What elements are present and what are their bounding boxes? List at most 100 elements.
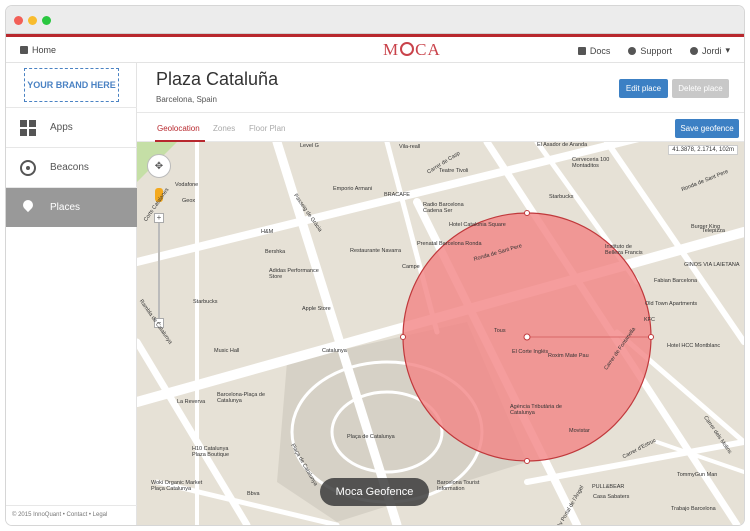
map-label: H10 Catalunya Plaza Boutique	[192, 446, 229, 458]
user-label: Jordi	[701, 45, 722, 56]
home-link[interactable]: Home	[20, 45, 56, 55]
docs-label: Docs	[589, 45, 611, 56]
map-label: Restaurante Navarra	[350, 248, 402, 254]
map-label: Barcelona-Plaça de Catalunya	[217, 392, 266, 404]
page-subtitle: Barcelona, Spain	[156, 95, 217, 104]
map-label: Cerveceria 100 Montaditos	[572, 157, 610, 169]
map-label: Emporio Armani	[333, 186, 373, 192]
map-label: Music Hall	[214, 348, 240, 354]
coordinate-readout: 41.3878, 2.1714, 102m	[668, 145, 738, 155]
map-label: El Asador de Aranda	[537, 142, 588, 148]
map-label: Barcelona Tourist Information	[437, 480, 480, 492]
geofence-resize-handle[interactable]	[524, 458, 530, 464]
map-label: Old Town Apartments	[645, 301, 698, 307]
map-view[interactable]: 41.3878, 2.1714, 102m ✥ + − Vila-reall E…	[137, 142, 744, 525]
tab-bar: Geolocation Zones Floor Plan	[137, 112, 744, 142]
map-label: KFC	[644, 317, 655, 323]
pan-control[interactable]: ✥	[147, 154, 171, 178]
apps-icon	[20, 119, 36, 136]
zoom-control[interactable]: + −	[154, 213, 164, 333]
sidebar-item-label: Beacons	[50, 162, 89, 173]
geofence-name-label: Moca Geofence	[320, 478, 429, 506]
map-label: Starbucks	[549, 194, 574, 200]
zoom-slider-track[interactable]	[158, 223, 160, 318]
user-icon	[689, 46, 698, 55]
sidebar-item-places[interactable]: Places	[6, 187, 137, 227]
map-label: Adidas Performance Store	[269, 268, 319, 280]
map-label: BRACAFE	[384, 192, 410, 198]
map-label: Instituto de Belleza Francis	[605, 244, 643, 256]
map-label: Movistar	[569, 428, 590, 434]
lifebuoy-icon	[628, 46, 637, 55]
sidebar-item-apps[interactable]: Apps	[6, 107, 137, 147]
save-geofence-button[interactable]: Save geofence	[675, 119, 739, 138]
map-label: Bershka	[265, 249, 286, 255]
map-canvas[interactable]	[137, 142, 744, 525]
sidebar-item-label: Apps	[50, 122, 73, 133]
map-label: El Corte Inglés	[512, 349, 549, 355]
map-label: Teatre Tivoli	[439, 168, 469, 174]
map-label: La Reverva	[177, 399, 206, 405]
sidebar-item-label: Places	[50, 202, 81, 213]
map-label: Tous	[494, 328, 506, 334]
delete-place-button[interactable]: Delete place	[672, 79, 729, 98]
map-label: Bbva	[247, 491, 260, 497]
map-label: Casa Sabaters	[593, 494, 630, 500]
tab-floor-plan[interactable]: Floor Plan	[249, 124, 285, 133]
top-navigation: Home M CA Docs Support Jordi ▾	[6, 37, 744, 63]
map-label: Catalunya	[322, 348, 347, 354]
sidebar-item-beacons[interactable]: Beacons	[6, 147, 137, 187]
map-label: Starbucks	[193, 299, 218, 305]
zoom-in-button[interactable]: +	[154, 213, 164, 223]
map-label: Agència Tributària de Catalunya	[510, 404, 562, 416]
map-label: Vila-reall	[399, 144, 421, 150]
map-label: Campe	[402, 264, 420, 270]
geofence-resize-handle[interactable]	[648, 334, 654, 340]
maximize-window-button[interactable]	[42, 16, 51, 25]
map-label: Hotel Catalonia Square	[449, 222, 506, 228]
tab-zones[interactable]: Zones	[213, 124, 235, 133]
tab-geolocation[interactable]: Geolocation	[157, 124, 200, 133]
map-label: Geox	[182, 198, 196, 204]
chevron-down-icon: ▾	[725, 45, 730, 55]
map-label: Apple Store	[302, 306, 331, 312]
window-titlebar	[6, 6, 744, 34]
map-label: Vodafone	[175, 182, 199, 188]
home-icon	[20, 46, 28, 54]
support-label: Support	[640, 45, 672, 56]
geofence-resize-handle[interactable]	[400, 334, 406, 340]
beacon-icon	[20, 159, 36, 176]
map-label: Trabajo Barcelona	[671, 506, 716, 512]
map-label: Radio Barcelona Cadena Ser	[423, 202, 464, 214]
map-label: H&M	[261, 229, 274, 235]
map-label: GINOS VIA LAIETANA	[684, 262, 740, 268]
minimize-window-button[interactable]	[28, 16, 37, 25]
docs-link[interactable]: Docs	[577, 45, 611, 56]
map-label: TommyGun Man	[677, 472, 718, 478]
support-link[interactable]: Support	[628, 45, 672, 56]
edit-place-button[interactable]: Edit place	[619, 79, 668, 98]
map-pin-icon	[20, 200, 36, 216]
moca-logo[interactable]: M CA	[383, 40, 441, 60]
close-window-button[interactable]	[14, 16, 23, 25]
browser-window: Home M CA Docs Support Jordi ▾ YOUR BRAND…	[6, 6, 744, 525]
geofence-resize-handle[interactable]	[524, 210, 530, 216]
map-label: Plaça de Catalunya	[347, 434, 395, 440]
book-icon	[577, 46, 586, 55]
main-content: Plaza Cataluña Barcelona, Spain Edit pla…	[137, 63, 744, 525]
geofence-center-handle[interactable]	[523, 333, 531, 341]
map-label: Roxim Mate Pau	[548, 353, 589, 359]
user-menu[interactable]: Jordi ▾	[689, 45, 730, 56]
brand-placeholder[interactable]: YOUR BRAND HERE	[24, 68, 119, 102]
sidebar-footer: © 2015 InnoQuant • Contact • Legal	[6, 505, 137, 525]
map-label: PULL&BEAR	[592, 484, 625, 490]
map-label: Level G	[300, 143, 319, 149]
page-title: Plaza Cataluña	[156, 69, 279, 89]
map-label: Fabian Barcelona	[654, 278, 698, 284]
map-label: Telepizza	[702, 228, 725, 234]
map-label: Prenatal Barcelona Ronda	[417, 241, 482, 247]
map-label: Woki Organic Market Plaça Catalunya	[151, 480, 203, 492]
map-label: Hotel HCC Montblanc	[667, 343, 721, 349]
home-label: Home	[32, 45, 57, 55]
sidebar: YOUR BRAND HERE Apps Beacons Places © 20…	[6, 63, 137, 525]
